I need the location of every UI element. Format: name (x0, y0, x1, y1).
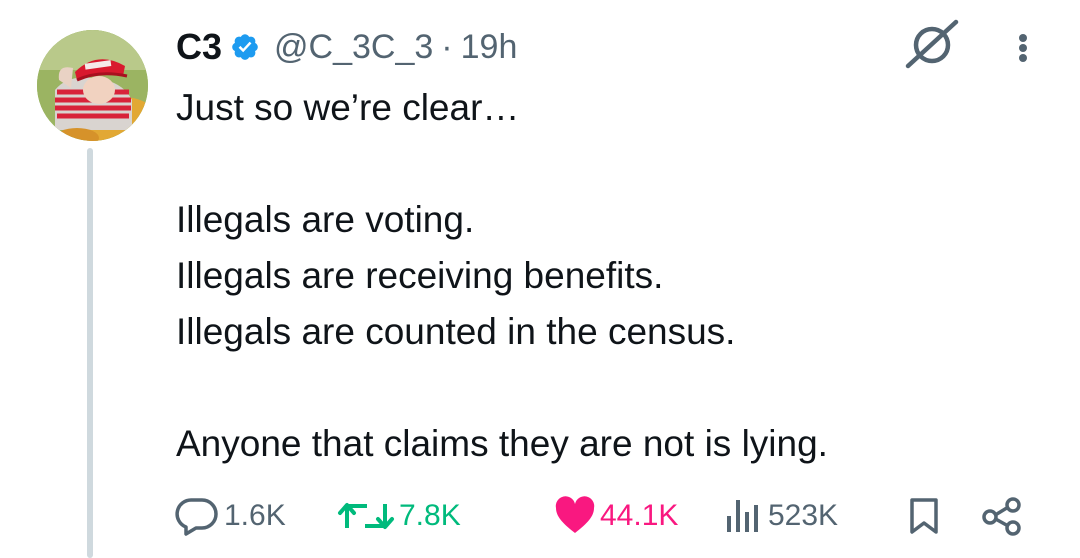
avatar[interactable] (37, 30, 148, 141)
timestamp[interactable]: 19h (461, 28, 518, 67)
display-name[interactable]: C3 (176, 26, 222, 68)
reply-icon (175, 498, 218, 536)
thread-line (87, 148, 93, 558)
reply-count: 1.6K (224, 499, 286, 532)
reply-button[interactable]: 1.6K (174, 492, 286, 540)
more-dot (1019, 54, 1027, 62)
verified-badge-icon[interactable] (230, 32, 260, 62)
views-count: 523K (768, 499, 839, 532)
retweet-icon (338, 503, 394, 529)
handle[interactable]: @C_3C_3 (274, 28, 433, 67)
tweet-line: Illegals are counted in the census. (176, 311, 736, 352)
bookmark-button[interactable] (904, 492, 944, 540)
tweet-line (176, 360, 1036, 416)
views-button[interactable]: 523K (722, 492, 838, 540)
tweet-line: Illegals are receiving benefits. (176, 255, 664, 296)
action-bar: 1.6K 7.8K 44.1K 523K (174, 492, 1044, 540)
tweet-line: Anyone that claims they are not is lying… (176, 423, 828, 464)
tweet-text: Just so we’re clear… Illegals are voting… (176, 80, 1036, 472)
more-dot (1019, 44, 1027, 52)
retweet-count: 7.8K (399, 499, 461, 532)
tweet-line (176, 136, 1036, 192)
views-icon (727, 500, 758, 532)
tweet-line: Illegals are voting. (176, 199, 475, 240)
bookmark-icon (910, 498, 938, 534)
heart-icon (555, 496, 595, 533)
separator: · (441, 27, 453, 66)
more-icon[interactable] (1008, 26, 1038, 70)
retweet-button[interactable]: 7.8K (337, 492, 461, 540)
share-icon (982, 497, 1021, 536)
avatar-image (37, 30, 148, 141)
more-dot (1019, 34, 1027, 42)
like-count: 44.1K (600, 499, 679, 532)
grok-icon[interactable] (902, 18, 962, 70)
share-button[interactable] (980, 492, 1024, 540)
tweet-header: C3 @C_3C_3 · 19h (176, 24, 517, 70)
tweet-line: Just so we’re clear… (176, 87, 520, 128)
like-button[interactable]: 44.1K (554, 492, 678, 540)
